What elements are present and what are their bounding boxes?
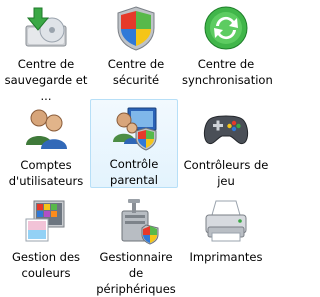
item-label: Centre de sécurité [107,57,165,87]
control-panel-item-sync-center[interactable]: Centre de synchronisation [182,0,273,88]
item-label: Gestion des couleurs [11,250,81,280]
security-center-shield-icon [117,6,155,51]
parental-controls-icon [113,107,157,151]
control-panel-item-user-accounts[interactable]: Comptes d'utilisateurs [2,99,90,189]
control-panel-item-printers[interactable]: Imprimantes [182,193,270,265]
item-label: Centre de sauvegarde et ... [4,57,88,103]
control-panel-item-parental-controls[interactable]: Contrôle parental [90,99,178,188]
item-label: Centre de synchronisation [182,57,273,87]
item-label: Gestionnaire de périphériques [96,250,176,296]
item-label: Contrôle parental [109,157,159,187]
sync-center-icon [204,6,248,50]
color-management-icon [25,200,65,242]
item-label: Contrôleurs de jeu [183,158,269,188]
printer-icon [205,200,247,242]
control-panel-item-device-manager[interactable]: Gestionnaire de périphériques [92,193,180,297]
item-label: Imprimantes [189,250,263,264]
control-panel-item-security-center[interactable]: Centre de sécurité [92,0,180,88]
user-accounts-icon [26,109,67,149]
control-panel-item-backup-center[interactable]: Centre de sauvegarde et ... [2,0,90,104]
control-panel-icon-grid: Centre de sauvegarde et ... Centre de sé… [0,0,274,296]
control-panel-item-color-management[interactable]: Gestion des couleurs [2,193,90,281]
device-manager-icon [121,199,159,245]
game-controller-icon [203,115,249,145]
item-label: Comptes d'utilisateurs [8,158,84,188]
backup-center-icon [25,7,67,47]
control-panel-item-game-controllers[interactable]: Contrôleurs de jeu [182,99,270,189]
